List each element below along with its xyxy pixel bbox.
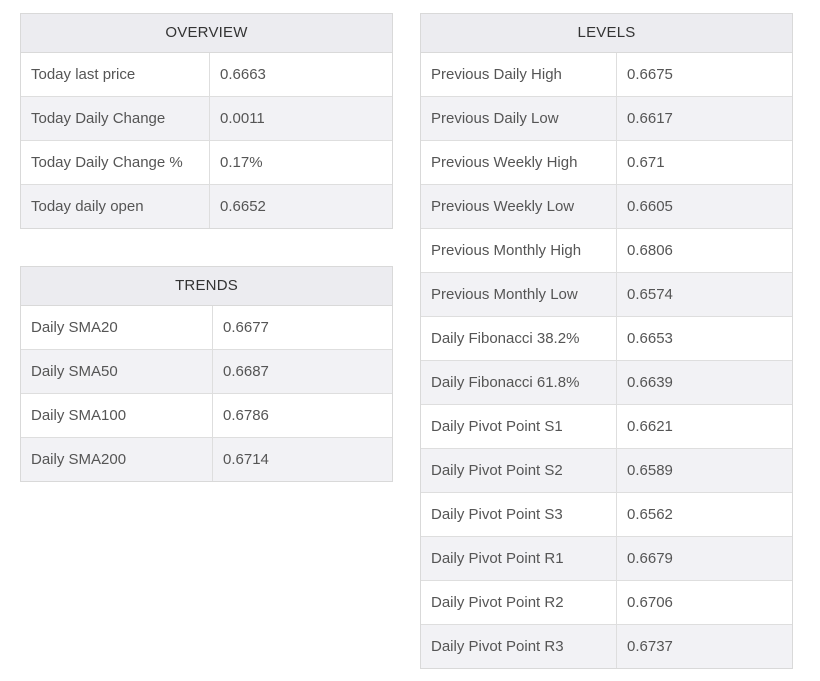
row-label: Daily Fibonacci 61.8% [421, 361, 617, 404]
row-value: 0.6706 [627, 594, 673, 611]
row-label: Today last price [21, 53, 210, 96]
row-value: 0.6679 [627, 550, 673, 567]
row-label: Previous Monthly High [421, 229, 617, 272]
row-value: 0.6663 [220, 66, 266, 83]
row-value: 0.17% [220, 154, 263, 171]
row-label: Daily Pivot Point R2 [421, 581, 617, 624]
row-label: Daily Fibonacci 38.2% [421, 317, 617, 360]
levels-table: LEVELS Previous Daily High 0.6675 Previo… [420, 13, 793, 669]
table-row: Daily Pivot Point R2 0.6706 [421, 580, 792, 624]
table-row: Daily SMA200 0.6714 [21, 437, 392, 481]
row-value: 0.6714 [223, 451, 269, 468]
table-row: Today last price 0.6663 [21, 53, 392, 96]
row-label: Today daily open [21, 185, 210, 228]
row-value: 0.6737 [627, 638, 673, 655]
table-row: Daily SMA100 0.6786 [21, 393, 392, 437]
row-label: Daily Pivot Point R3 [421, 625, 617, 668]
table-row: Previous Daily High 0.6675 [421, 53, 792, 96]
row-value: 0.6653 [627, 330, 673, 347]
row-value: 0.6652 [220, 198, 266, 215]
table-row: Previous Weekly High 0.671 [421, 140, 792, 184]
row-value: 0.6687 [223, 363, 269, 380]
table-row: Daily SMA20 0.6677 [21, 306, 392, 349]
table-row: Today Daily Change % 0.17% [21, 140, 392, 184]
row-value: 0.0011 [220, 110, 265, 127]
overview-title: OVERVIEW [21, 14, 392, 53]
row-value: 0.6562 [627, 506, 673, 523]
trends-table: TRENDS Daily SMA20 0.6677 Daily SMA50 0.… [20, 266, 393, 482]
row-value: 0.6675 [627, 66, 673, 83]
table-row: Today daily open 0.6652 [21, 184, 392, 228]
row-label: Previous Daily Low [421, 97, 617, 140]
row-value: 0.6605 [627, 198, 673, 215]
row-value: 0.6786 [223, 407, 269, 424]
row-label: Daily SMA200 [21, 438, 213, 481]
row-label: Today Daily Change [21, 97, 210, 140]
overview-table: OVERVIEW Today last price 0.6663 Today D… [20, 13, 393, 229]
row-value: 0.6639 [627, 374, 673, 391]
row-label: Daily Pivot Point S3 [421, 493, 617, 536]
row-value: 0.6621 [627, 418, 673, 435]
table-row: Daily Fibonacci 61.8% 0.6639 [421, 360, 792, 404]
row-value: 0.6574 [627, 286, 673, 303]
levels-title: LEVELS [421, 14, 792, 53]
row-value: 0.6617 [627, 110, 673, 127]
row-value: 0.6806 [627, 242, 673, 259]
table-row: Daily Pivot Point S2 0.6589 [421, 448, 792, 492]
row-value: 0.6589 [627, 462, 673, 479]
row-label: Daily Pivot Point S2 [421, 449, 617, 492]
table-row: Daily SMA50 0.6687 [21, 349, 392, 393]
row-value: 0.671 [627, 154, 665, 171]
table-row: Today Daily Change 0.0011 [21, 96, 392, 140]
table-row: Daily Pivot Point R3 0.6737 [421, 624, 792, 668]
table-row: Previous Monthly High 0.6806 [421, 228, 792, 272]
row-label: Daily Pivot Point S1 [421, 405, 617, 448]
row-label: Daily SMA50 [21, 350, 213, 393]
table-row: Daily Fibonacci 38.2% 0.6653 [421, 316, 792, 360]
row-label: Daily Pivot Point R1 [421, 537, 617, 580]
table-row: Previous Daily Low 0.6617 [421, 96, 792, 140]
table-row: Daily Pivot Point S3 0.6562 [421, 492, 792, 536]
row-label: Previous Weekly High [421, 141, 617, 184]
row-value: 0.6677 [223, 319, 269, 336]
row-label: Daily SMA20 [21, 306, 213, 349]
row-label: Previous Daily High [421, 53, 617, 96]
row-label: Previous Monthly Low [421, 273, 617, 316]
trends-title: TRENDS [21, 267, 392, 306]
row-label: Today Daily Change % [21, 141, 210, 184]
table-row: Daily Pivot Point R1 0.6679 [421, 536, 792, 580]
row-label: Previous Weekly Low [421, 185, 617, 228]
row-label: Daily SMA100 [21, 394, 213, 437]
table-row: Previous Monthly Low 0.6574 [421, 272, 792, 316]
table-row: Previous Weekly Low 0.6605 [421, 184, 792, 228]
table-row: Daily Pivot Point S1 0.6621 [421, 404, 792, 448]
